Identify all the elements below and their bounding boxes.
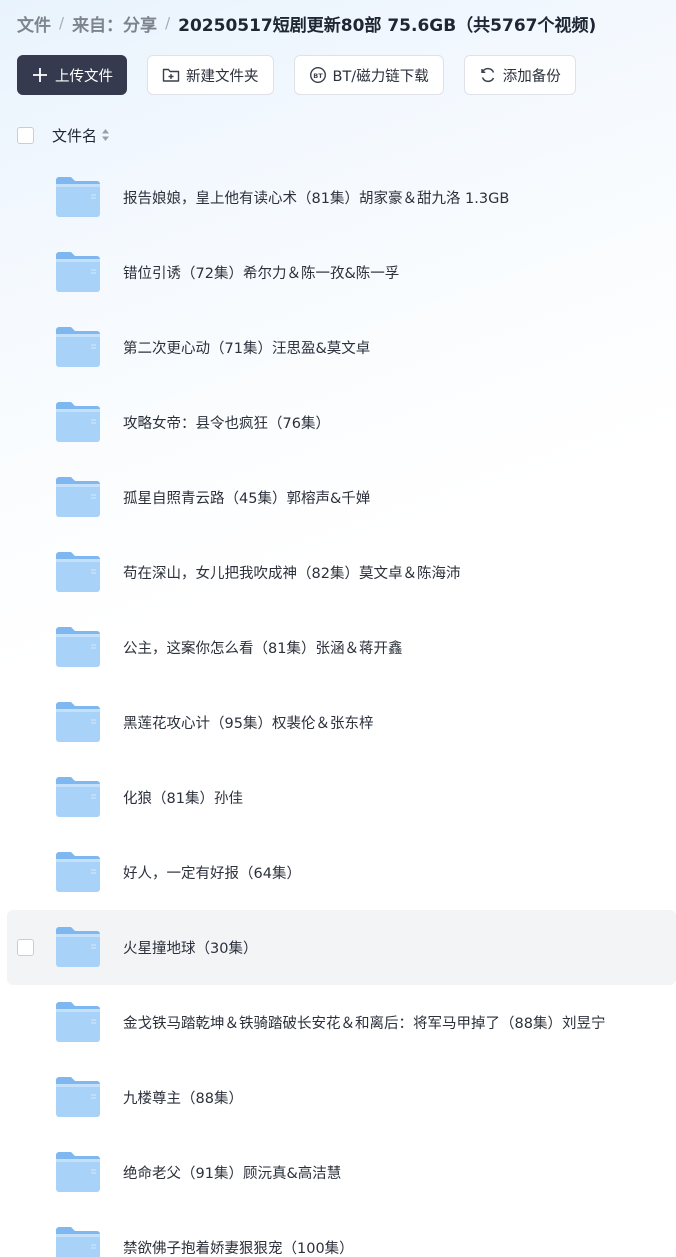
folder-row[interactable]: 金戈铁马踏乾坤＆铁骑踏破长安花＆和离后：将军马甲掉了（88集）刘昱宁 xyxy=(0,985,676,1060)
folder-name[interactable]: 绝命老父（91集）顾沅真&高洁慧 xyxy=(123,1162,341,1183)
add-backup-button[interactable]: 添加备份 xyxy=(463,55,576,95)
folder-name[interactable]: 火星撞地球（30集） xyxy=(123,937,257,958)
svg-text:BT: BT xyxy=(313,72,323,80)
folder-row[interactable]: 第二次更心动（71集）汪思盈&莫文卓 xyxy=(0,310,676,385)
folder-name[interactable]: 化狼（81集）孙佳 xyxy=(123,787,243,808)
folder-icon xyxy=(55,776,101,818)
file-list-header: 文件名 xyxy=(17,124,110,146)
new-folder-button[interactable]: 新建文件夹 xyxy=(147,55,274,95)
folder-icon xyxy=(55,926,101,968)
folder-icon xyxy=(55,326,101,368)
folder-name[interactable]: 报告娘娘，皇上他有读心术（81集）胡家豪＆甜九洛 1.3GB xyxy=(123,187,509,208)
select-all-checkbox[interactable] xyxy=(17,126,34,144)
bt-magnet-download-button[interactable]: BT BT/磁力链下载 xyxy=(293,55,444,95)
folder-icon xyxy=(55,1076,101,1118)
folder-icon xyxy=(55,476,101,518)
folder-row[interactable]: 报告娘娘，皇上他有读心术（81集）胡家豪＆甜九洛 1.3GB xyxy=(0,160,676,235)
breadcrumb-current-folder: 20250517短剧更新80部 75.6GB（共5767个视频) xyxy=(178,15,597,36)
bt-icon: BT xyxy=(309,66,327,84)
folder-row[interactable]: 公主，这案你怎么看（81集）张涵＆蒋开鑫 xyxy=(0,610,676,685)
folder-row[interactable]: 火星撞地球（30集） xyxy=(7,910,676,985)
folder-icon xyxy=(55,851,101,893)
folder-row[interactable]: 黑莲花攻心计（95集）权裴伦＆张东梓 xyxy=(0,685,676,760)
breadcrumb-item-files[interactable]: 文件 xyxy=(17,11,51,36)
folder-name[interactable]: 好人，一定有好报（64集） xyxy=(123,862,301,883)
folder-row[interactable]: 禁欲佛子抱着娇妻狠狠宠（100集） xyxy=(0,1210,676,1257)
folder-icon xyxy=(55,1001,101,1043)
upload-button-label: 上传文件 xyxy=(55,68,113,85)
folder-name[interactable]: 第二次更心动（71集）汪思盈&莫文卓 xyxy=(123,337,370,358)
folder-icon xyxy=(55,701,101,743)
upload-button[interactable]: 上传文件 xyxy=(17,55,127,95)
folder-name[interactable]: 九楼尊主（88集） xyxy=(123,1087,243,1108)
folder-name[interactable]: 公主，这案你怎么看（81集）张涵＆蒋开鑫 xyxy=(123,637,402,658)
folder-name[interactable]: 禁欲佛子抱着娇妻狠狠宠（100集） xyxy=(123,1237,354,1257)
folder-name[interactable]: 黑莲花攻心计（95集）权裴伦＆张东梓 xyxy=(123,712,373,733)
filename-column-header[interactable]: 文件名 xyxy=(52,125,97,146)
folder-icon xyxy=(55,401,101,443)
breadcrumb-separator: / xyxy=(165,14,171,32)
folder-row[interactable]: 九楼尊主（88集） xyxy=(0,1060,676,1135)
new-folder-icon xyxy=(162,66,180,84)
bt-magnet-download-label: BT/磁力链下载 xyxy=(332,68,429,85)
folder-row[interactable]: 绝命老父（91集）顾沅真&高洁慧 xyxy=(0,1135,676,1210)
add-backup-label: 添加备份 xyxy=(502,68,561,85)
folder-icon xyxy=(55,1151,101,1193)
folder-row[interactable]: 好人，一定有好报（64集） xyxy=(0,835,676,910)
folder-name[interactable]: 苟在深山，女儿把我吹成神（82集）莫文卓＆陈海沛 xyxy=(123,562,460,583)
folder-icon xyxy=(55,1226,101,1257)
folder-name[interactable]: 孤星自照青云路（45集）郭榕声&千婵 xyxy=(123,487,370,508)
sync-icon xyxy=(479,66,497,84)
breadcrumb-separator: / xyxy=(59,14,65,32)
folder-icon xyxy=(55,551,101,593)
folder-icon xyxy=(55,176,101,218)
folder-row[interactable]: 苟在深山，女儿把我吹成神（82集）莫文卓＆陈海沛 xyxy=(0,535,676,610)
sort-icon[interactable] xyxy=(101,128,110,142)
folder-row[interactable]: 错位引诱（72集）希尔力＆陈一孜&陈一孚 xyxy=(0,235,676,310)
folder-name[interactable]: 错位引诱（72集）希尔力＆陈一孜&陈一孚 xyxy=(123,262,399,283)
folder-icon xyxy=(55,626,101,668)
file-list: 报告娘娘，皇上他有读心术（81集）胡家豪＆甜九洛 1.3GB 错位引诱（72集）希… xyxy=(0,160,676,1257)
folder-row[interactable]: 化狼（81集）孙佳 xyxy=(0,760,676,835)
new-folder-button-label: 新建文件夹 xyxy=(186,68,259,85)
plus-icon xyxy=(31,66,49,84)
breadcrumb: 文件 / 来自：分享 / 20250517短剧更新80部 75.6GB（共576… xyxy=(17,11,597,36)
folder-name[interactable]: 攻略女帝：县令也疯狂（76集） xyxy=(123,412,330,433)
folder-row[interactable]: 攻略女帝：县令也疯狂（76集） xyxy=(0,385,676,460)
folder-row[interactable]: 孤星自照青云路（45集）郭榕声&千婵 xyxy=(0,460,676,535)
folder-name[interactable]: 金戈铁马踏乾坤＆铁骑踏破长安花＆和离后：将军马甲掉了（88集）刘昱宁 xyxy=(123,1012,605,1033)
folder-icon xyxy=(55,251,101,293)
row-checkbox[interactable] xyxy=(17,939,34,956)
breadcrumb-item-shared[interactable]: 来自：分享 xyxy=(72,11,157,36)
toolbar: 上传文件 新建文件夹 BT BT/磁力链下载 添加备份 xyxy=(17,55,576,95)
